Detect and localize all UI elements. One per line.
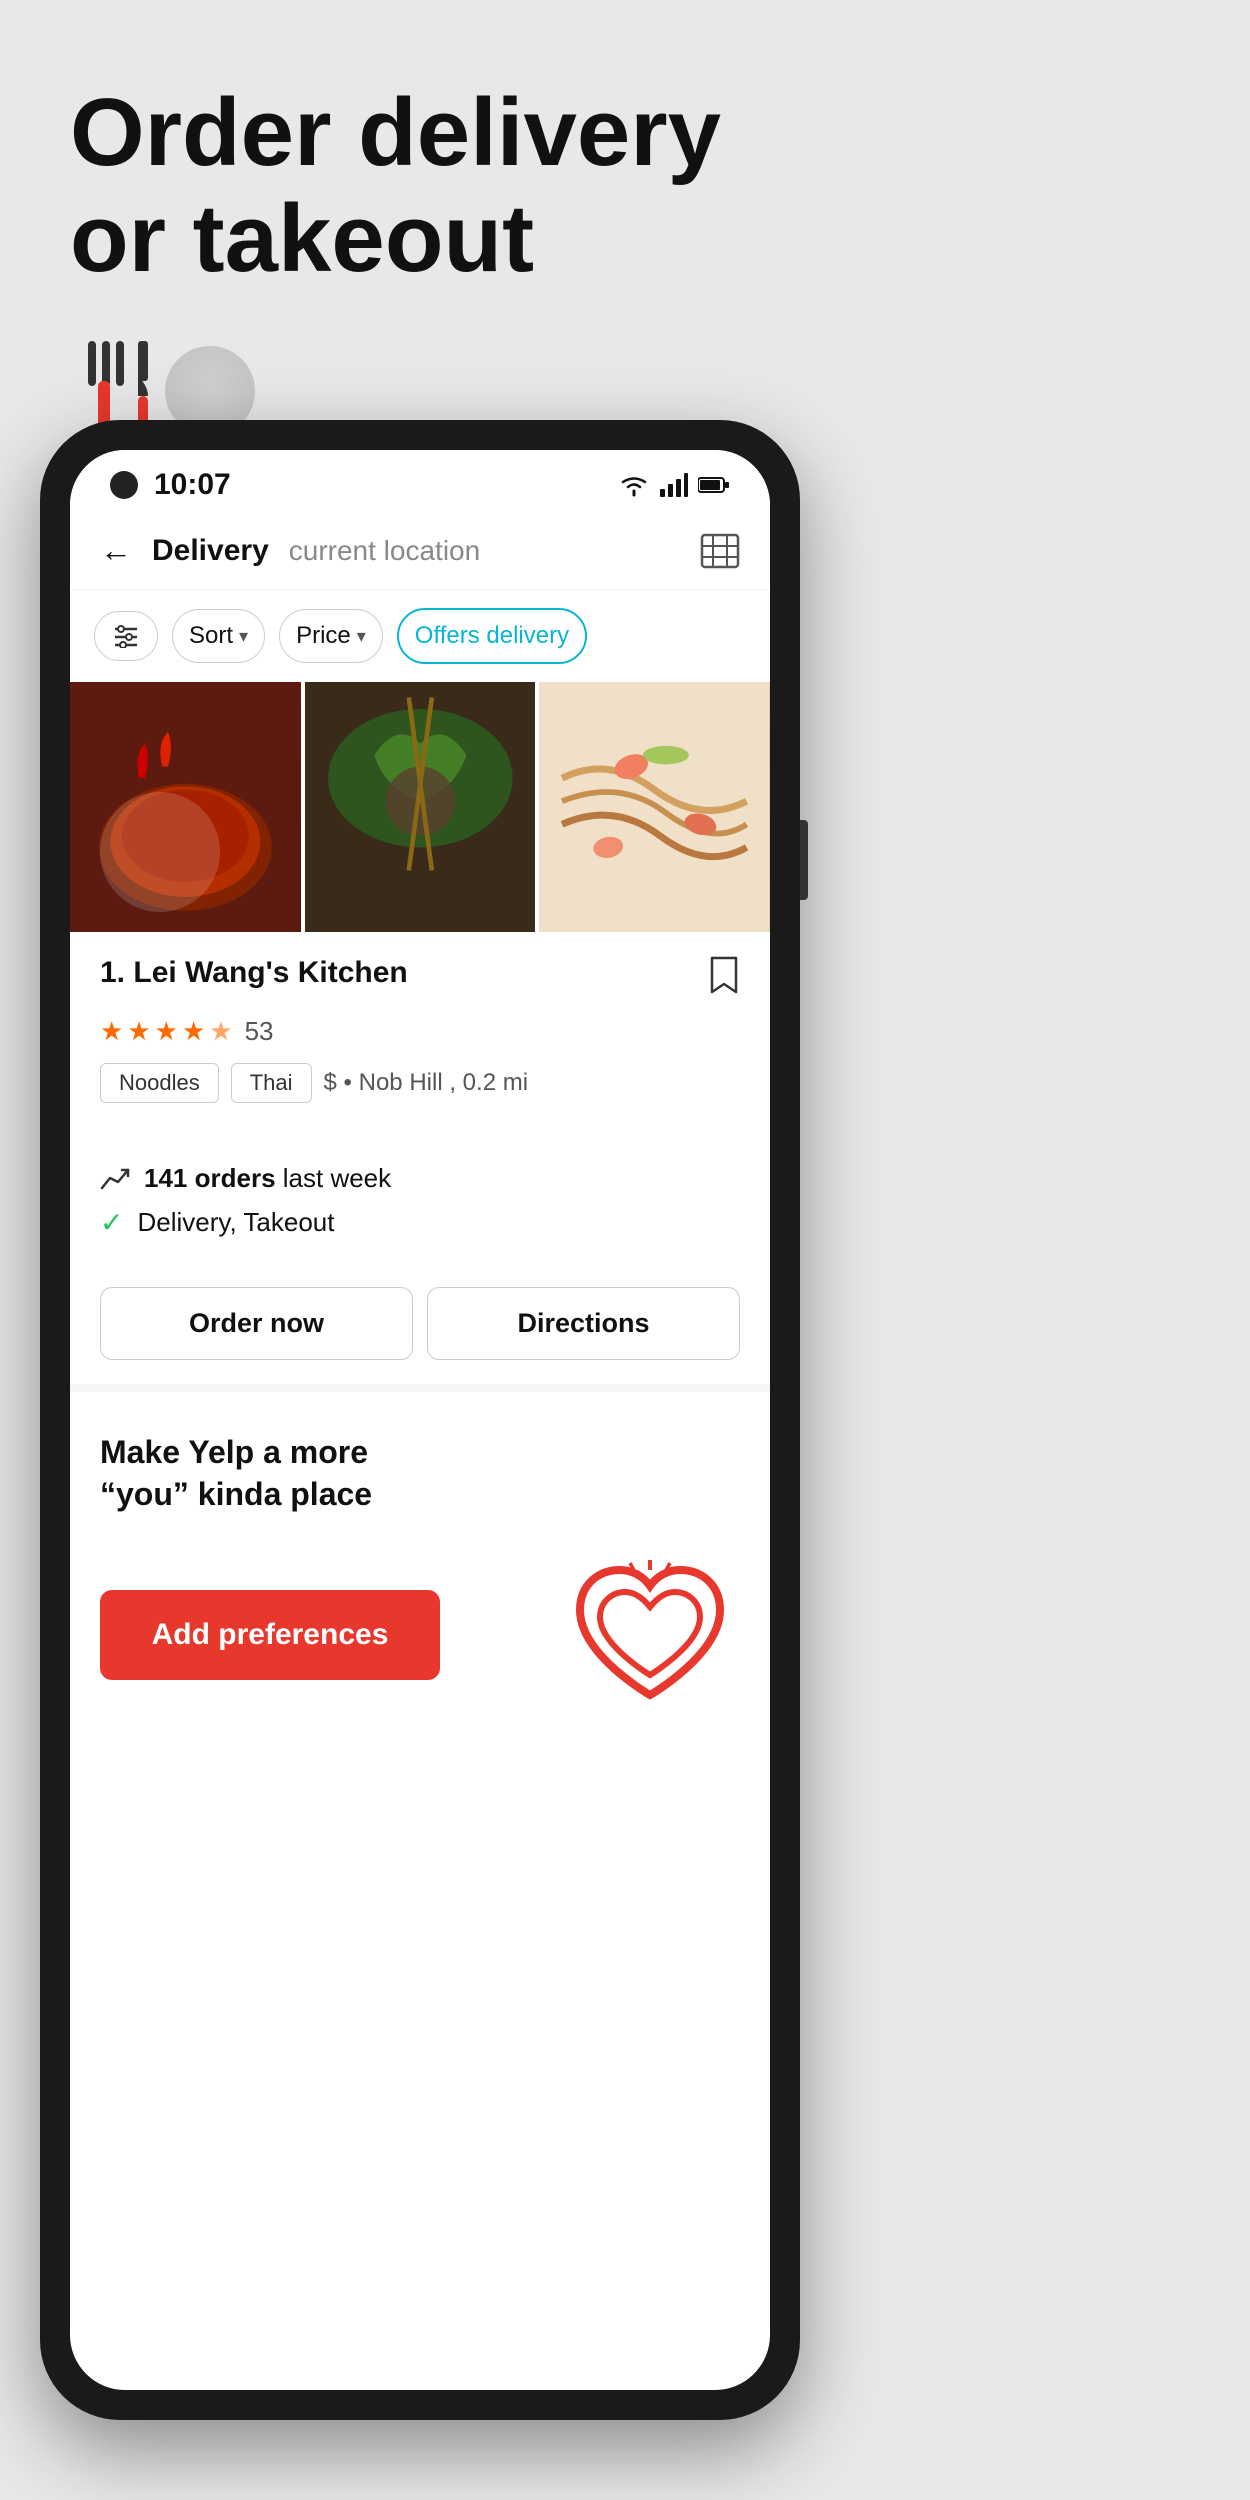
food-images-row [70, 682, 770, 932]
tag-thai[interactable]: Thai [231, 1063, 312, 1103]
filter-bar: Sort ▾ Price ▾ Offers delivery [70, 590, 770, 682]
phone-container: 10:07 [40, 420, 800, 2420]
directions-button[interactable]: Directions [427, 1287, 740, 1360]
orders-stat: 141 orders last week [100, 1163, 740, 1194]
tag-noodles[interactable]: Noodles [100, 1063, 219, 1103]
orders-text: 141 orders last week [144, 1163, 391, 1194]
power-button [800, 820, 808, 900]
star-3: ★ [155, 1016, 178, 1047]
map-icon[interactable] [700, 533, 740, 569]
restaurant-info: 1. Lei Wang's Kitchen ★ ★ ★ [70, 932, 770, 1147]
sort-button[interactable]: Sort ▾ [172, 609, 265, 663]
rating-row: ★ ★ ★ ★ ★ 53 [100, 1016, 740, 1047]
bookmark-button[interactable] [708, 956, 740, 1002]
status-time: 10:07 [154, 468, 231, 502]
camera-dot [110, 471, 138, 499]
restaurant-location: $ • Nob Hill , 0.2 mi [324, 1069, 529, 1097]
star-rating: ★ ★ ★ ★ ★ [100, 1016, 233, 1047]
food-image-3[interactable] [539, 682, 770, 932]
signal-icon [660, 473, 688, 497]
review-count: 53 [245, 1016, 274, 1047]
sliders-icon [113, 624, 139, 648]
battery-icon [698, 475, 730, 495]
trending-icon [100, 1164, 130, 1194]
offers-delivery-button[interactable]: Offers delivery [397, 608, 587, 664]
food-image-1[interactable] [70, 682, 301, 932]
tags-row: Noodles Thai $ • Nob Hill , 0.2 mi [100, 1063, 740, 1103]
stats-row: 141 orders last week ✓ Delivery, Takeout [70, 1147, 770, 1267]
phone-frame: 10:07 [40, 420, 800, 2420]
add-preferences-button[interactable]: Add preferences [100, 1590, 440, 1680]
services-text: Delivery, Takeout [137, 1207, 334, 1238]
header-section: Order delivery or takeout [0, 0, 1250, 491]
wifi-icon [618, 473, 650, 497]
preferences-section: Make Yelp a more “you” kinda place Add p… [70, 1392, 770, 1755]
delivery-label: Delivery [152, 534, 269, 568]
restaurant-name: 1. Lei Wang's Kitchen [100, 956, 408, 990]
star-1: ★ [100, 1016, 123, 1047]
phone-screen: 10:07 [70, 450, 770, 2390]
action-buttons: Order now Directions [70, 1267, 770, 1392]
status-icons [618, 473, 730, 497]
nav-bar: ← Delivery current location [70, 512, 770, 590]
star-4: ★ [182, 1016, 205, 1047]
status-bar: 10:07 [70, 450, 770, 512]
filter-sliders-button[interactable] [94, 611, 158, 661]
star-half: ★ [209, 1016, 232, 1047]
order-now-button[interactable]: Order now [100, 1287, 413, 1360]
status-left: 10:07 [110, 468, 231, 502]
location-label: current location [289, 535, 680, 567]
page-title: Order delivery or takeout [70, 80, 1180, 291]
heart-icon [560, 1545, 740, 1725]
star-2: ★ [127, 1016, 150, 1047]
back-button[interactable]: ← [100, 532, 132, 569]
price-chevron: ▾ [357, 626, 366, 647]
preferences-title: Make Yelp a more “you” kinda place [100, 1432, 740, 1515]
check-icon: ✓ [100, 1206, 123, 1239]
food-image-2[interactable] [305, 682, 536, 932]
price-button[interactable]: Price ▾ [279, 609, 383, 663]
services-stat: ✓ Delivery, Takeout [100, 1206, 740, 1239]
preferences-content: Add preferences [100, 1545, 740, 1725]
restaurant-header: 1. Lei Wang's Kitchen [100, 956, 740, 1002]
sort-chevron: ▾ [239, 626, 248, 647]
